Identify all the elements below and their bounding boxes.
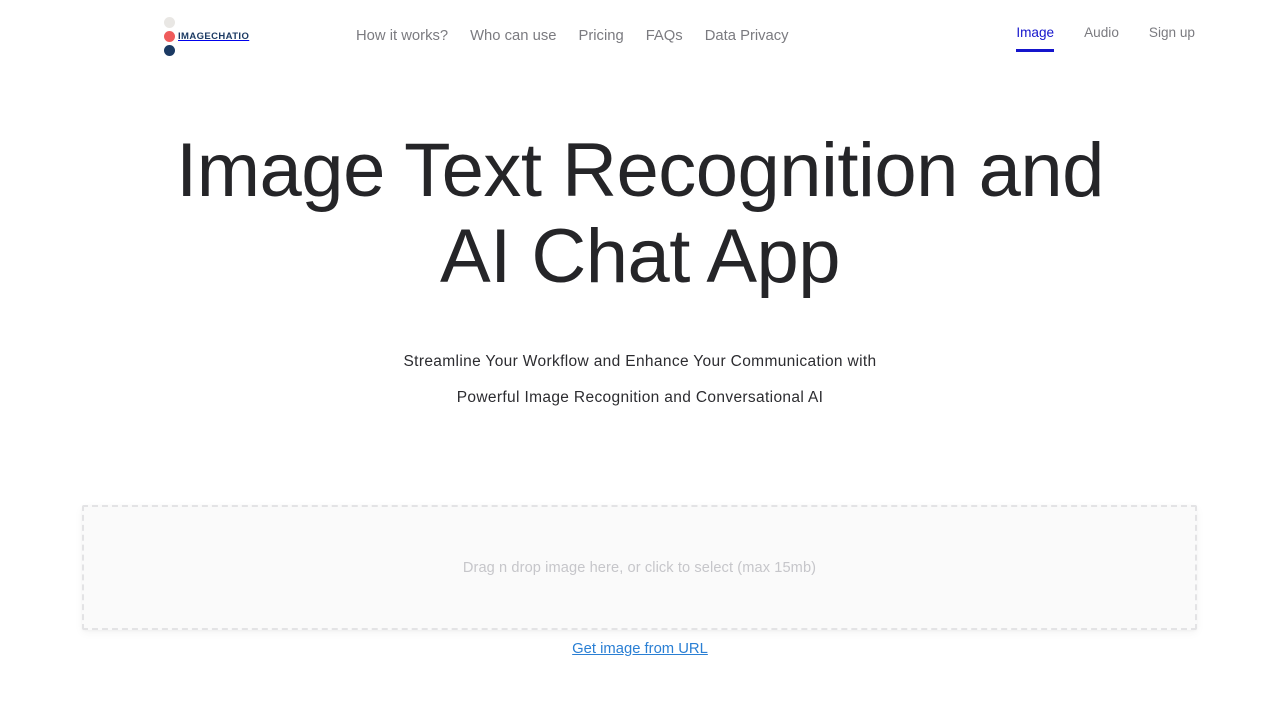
logo-dot-top-icon (164, 17, 175, 28)
sign-up-link[interactable]: Sign up (1149, 24, 1195, 52)
page-subtitle-line-1: Streamline Your Workflow and Enhance You… (403, 353, 877, 370)
secondary-nav: Image Audio Sign up (1016, 24, 1195, 52)
get-image-from-url-link[interactable]: Get image from URL (572, 641, 708, 657)
nav-item-faqs[interactable]: FAQs (646, 26, 683, 46)
dropzone-placeholder: Drag n drop image here, or click to sele… (462, 559, 817, 576)
logo-dots-mark (162, 15, 176, 57)
brand-logo[interactable]: IMAGECHATIO (162, 14, 249, 58)
nav-item-data-privacy[interactable]: Data Privacy (705, 26, 789, 46)
hero-section: Image Text Recognition and AI Chat App S… (0, 128, 1280, 416)
page-title: Image Text Recognition and AI Chat App (0, 128, 1280, 300)
image-dropzone[interactable]: Drag n drop image here, or click to sele… (82, 505, 1197, 630)
page-subtitle-line-2: Powerful Image Recognition and Conversat… (456, 389, 824, 406)
page-subtitle: Streamline Your Workflow and Enhance You… (0, 344, 1280, 416)
primary-nav: How it works? Who can use Pricing FAQs D… (356, 26, 789, 46)
nav-item-pricing[interactable]: Pricing (578, 26, 623, 46)
tab-audio[interactable]: Audio (1084, 24, 1119, 52)
tab-image[interactable]: Image (1016, 24, 1054, 52)
page-root: IMAGECHATIO How it works? Who can use Pr… (0, 0, 1280, 720)
brand-wordmark: IMAGECHATIO (178, 31, 250, 43)
page-title-line-2: AI Chat App (439, 214, 841, 299)
nav-item-who-can-use[interactable]: Who can use (470, 26, 556, 46)
site-header: IMAGECHATIO How it works? Who can use Pr… (0, 0, 1280, 76)
nav-item-how-it-works[interactable]: How it works? (356, 26, 448, 46)
url-link-container: Get image from URL (0, 640, 1280, 658)
page-title-line-1: Image Text Recognition and (176, 128, 1104, 213)
logo-dot-bottom-icon (164, 45, 175, 56)
logo-dot-middle-icon (164, 31, 175, 42)
